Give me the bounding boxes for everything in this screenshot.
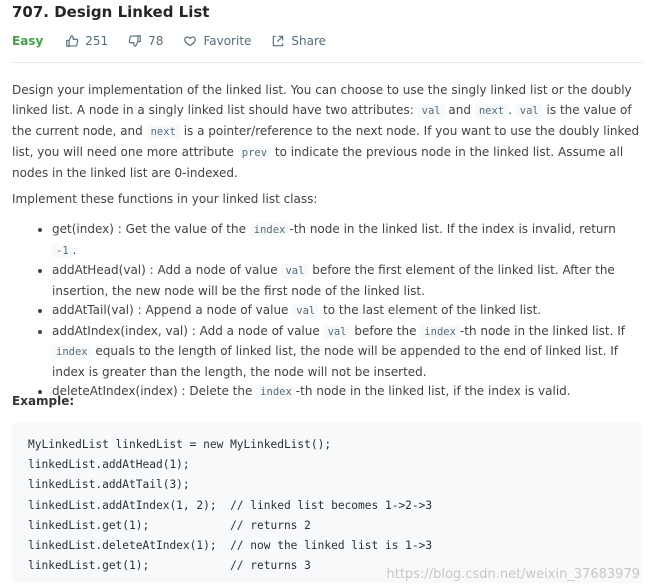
problem-title: 707. Design Linked List	[12, 3, 210, 21]
inline-code: index	[256, 385, 296, 399]
inline-code: val	[515, 104, 543, 118]
code-line: linkedList.addAtTail(3);	[28, 478, 190, 492]
inline-code: -1	[52, 243, 73, 258]
code-line: linkedList.get(1); // returns 2	[28, 518, 311, 532]
inline-code: val	[417, 104, 445, 118]
difficulty-badge: Easy	[12, 34, 44, 48]
inline-code: prev	[237, 146, 272, 160]
example-label: Example:	[12, 394, 75, 408]
dislike-count: 78	[148, 34, 164, 48]
function-list: get(index) : Get the value of the index-…	[12, 220, 640, 403]
favorite-label: Favorite	[203, 34, 252, 48]
share-button[interactable]: Share	[271, 34, 326, 48]
dislike-button[interactable]: 78	[128, 34, 163, 48]
watermark: https://blog.csdn.net/weixin_37683979	[386, 567, 640, 582]
thumbs-up-icon	[66, 35, 79, 47]
list-item: addAtTail(val) : Append a node of value …	[52, 301, 640, 322]
code-line: linkedList.addAtHead(1);	[28, 458, 190, 472]
inline-code: next	[146, 125, 180, 139]
code-line: linkedList.deleteAtIndex(1); // now the …	[28, 539, 433, 553]
code-line: linkedList.addAtIndex(1, 2); // linked l…	[28, 498, 433, 512]
inline-code: index	[52, 345, 92, 359]
like-count: 251	[85, 34, 109, 48]
functions-intro: Implement these functions in your linked…	[12, 192, 318, 206]
share-icon	[273, 35, 284, 47]
inline-code: val	[292, 304, 320, 318]
problem-meta-bar: Easy 251 78 Favorite Share	[12, 32, 346, 50]
code-line: MyLinkedList linkedList = new MyLinkedLi…	[28, 438, 332, 451]
example-code-block: MyLinkedList linkedList = new MyLinkedLi…	[12, 423, 642, 583]
description-paragraph: Design your implementation of the linked…	[12, 83, 640, 180]
list-item: addAtIndex(index, val) : Add a node of v…	[52, 322, 640, 383]
inline-code: next	[474, 104, 509, 118]
thumbs-down-icon	[128, 35, 142, 47]
list-item: addAtHead(val) : Add a node of value val…	[52, 261, 640, 301]
heart-icon	[184, 36, 197, 47]
header-divider	[12, 62, 642, 63]
share-label: Share	[291, 34, 327, 48]
favorite-button[interactable]: Favorite	[183, 34, 251, 48]
like-button[interactable]: 251	[65, 34, 108, 48]
list-item: deleteAtIndex(index) : Delete the index-…	[52, 382, 640, 403]
inline-code: index	[420, 324, 460, 339]
inline-code: val	[323, 324, 351, 339]
inline-code: val	[281, 264, 309, 278]
list-item: get(index) : Get the value of the index-…	[52, 220, 640, 261]
inline-code: index	[249, 223, 290, 237]
